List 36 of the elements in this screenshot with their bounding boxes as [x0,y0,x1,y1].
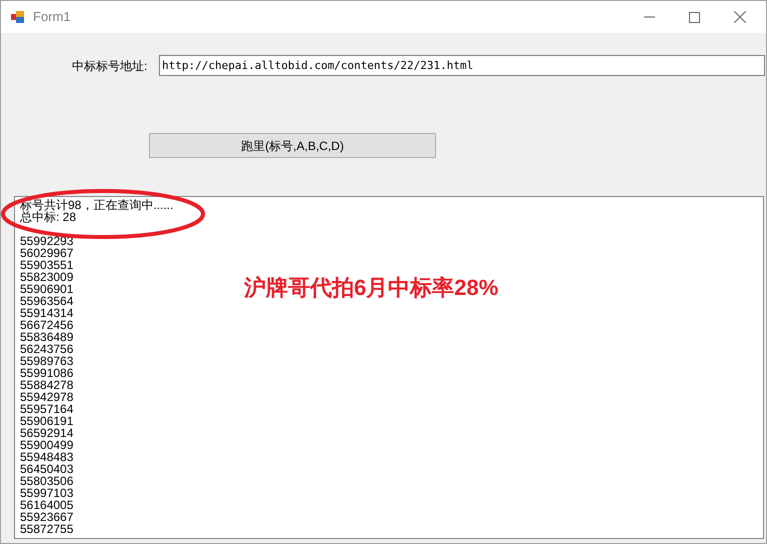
window-title: Form1 [33,8,71,26]
address-label: 中标标号地址: [72,58,148,74]
run-button[interactable]: 跑里(标号,A,B,C,D) [149,133,436,158]
output-line: 55991086 [20,367,74,379]
output-line: 55989763 [20,355,74,367]
overlay-caption: 沪牌哥代拍6月中标率28% [244,274,498,302]
output-line: 55836489 [20,331,74,343]
output-line: 56592914 [20,427,74,439]
output-line: 56164005 [20,499,74,511]
maximize-icon[interactable] [689,12,700,22]
output-line: 55803506 [20,475,74,487]
output-line: 55992293 [20,235,74,247]
output-line: 55957164 [20,403,74,415]
output-line: 56243756 [20,343,74,355]
output-textarea[interactable] [14,196,764,539]
close-icon[interactable] [734,11,746,23]
output-line: 55823009 [20,271,74,283]
output-line: 55872755 [20,523,74,535]
output-line: 56672456 [20,319,74,331]
output-line: 总中标: 28 [20,211,76,223]
output-line: 56029967 [20,247,74,259]
output-line: 55942978 [20,391,74,403]
output-line: 55948483 [20,451,74,463]
output-line: 55997103 [20,487,74,499]
output-line: 55903551 [20,259,74,271]
output-line: 55906901 [20,283,74,295]
output-line: 56450403 [20,463,74,475]
app-icon [11,10,25,24]
output-line: 55884278 [20,379,74,391]
minimize-icon[interactable] [644,16,655,18]
output-line: 55914314 [20,307,74,319]
output-line: 55906191 [20,415,74,427]
address-field[interactable]: http://chepai.alltobid.com/contents/22/231.html [159,55,765,76]
output-line: 55900499 [20,439,74,451]
output-line: 55963564 [20,295,74,307]
output-line: 55923667 [20,511,74,523]
